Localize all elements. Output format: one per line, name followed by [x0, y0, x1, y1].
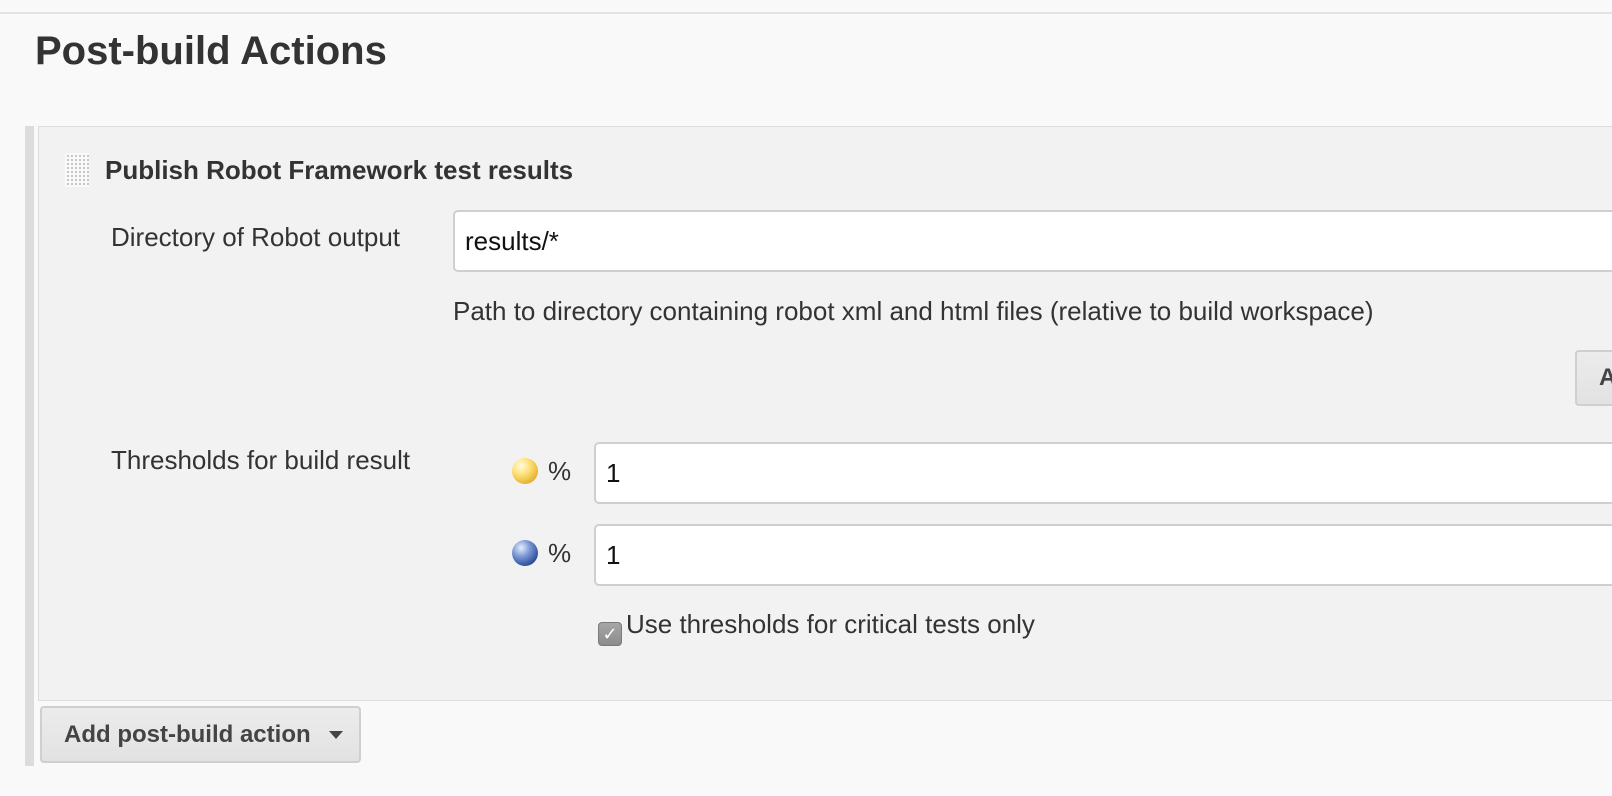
thresholds-label: Thresholds for build result	[111, 445, 411, 475]
caret-down-icon	[328, 730, 343, 739]
pass-percent-sign: %	[548, 538, 572, 568]
add-post-build-action-button[interactable]: Add post-build action	[40, 706, 361, 763]
directory-help-text: Path to directory containing robot xml a…	[453, 296, 1374, 326]
unstable-threshold-input[interactable]	[594, 442, 1612, 504]
add-post-build-action-label: Add post-build action	[64, 720, 311, 748]
directory-label: Directory of Robot output	[111, 222, 401, 252]
advanced-button-label: A	[1599, 364, 1612, 391]
yellow-ball-icon	[512, 458, 538, 484]
top-divider	[0, 12, 1612, 14]
directory-input[interactable]	[453, 210, 1612, 272]
pass-threshold-input[interactable]	[594, 524, 1612, 586]
drag-handle-icon[interactable]	[65, 153, 89, 187]
critical-only-label[interactable]: Use thresholds for critical tests only	[626, 608, 1035, 640]
action-title: Publish Robot Framework test results	[105, 155, 574, 185]
unstable-percent-sign: %	[548, 456, 572, 486]
checkmark-icon: ✓	[602, 624, 618, 644]
blue-ball-icon	[512, 540, 538, 566]
advanced-button[interactable]: A	[1575, 350, 1612, 406]
section-title: Post-build Actions	[35, 29, 387, 73]
critical-only-checkbox[interactable]: ✓	[598, 622, 622, 646]
section-left-rail	[25, 126, 34, 766]
